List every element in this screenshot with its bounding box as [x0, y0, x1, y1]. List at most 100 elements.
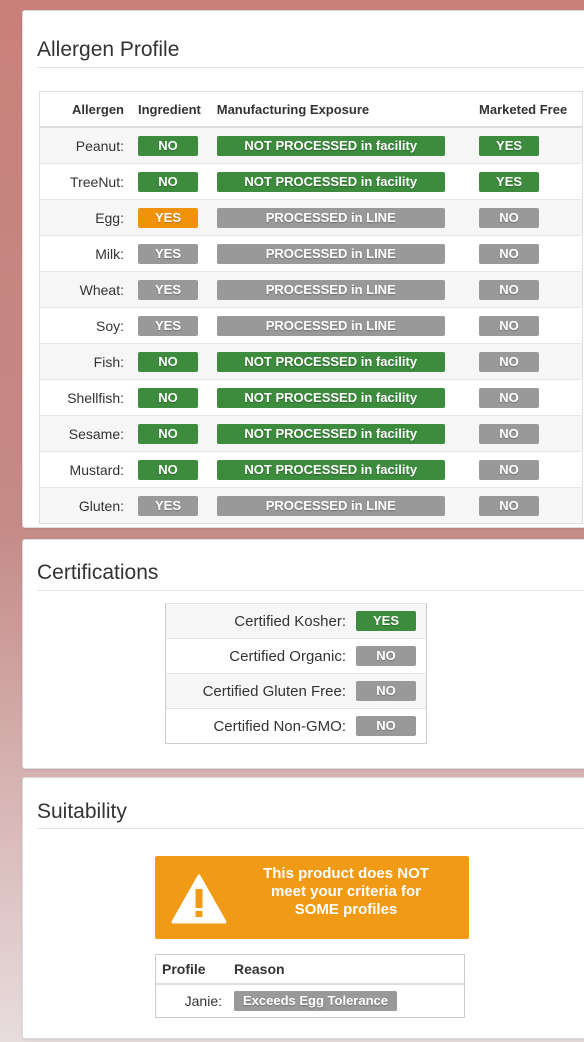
ingredient-badge: YES: [138, 495, 198, 516]
allergen-profile-panel: Allergen Profile Allergen Ingredient Man…: [22, 10, 584, 528]
ingredient-badge: YES: [138, 315, 198, 336]
certification-label: Certified Kosher:: [165, 603, 356, 639]
profile-table: Profile Reason Janie: Exceeds Egg Toleran…: [155, 954, 465, 1018]
manufacturing-exposure-badge: PROCESSED in LINE: [216, 495, 445, 516]
header-manufacturing-exposure: Manufacturing Exposure: [212, 91, 476, 128]
profile-row: Janie: Exceeds Egg Tolerance: [156, 984, 465, 1018]
allergen-header-row: Allergen Ingredient Manufacturing Exposu…: [39, 91, 583, 128]
ingredient-badge: NO: [138, 135, 198, 156]
marketed-free-badge: YES: [479, 135, 540, 156]
manufacturing-exposure-badge: NOT PROCESSED in facility: [216, 135, 445, 156]
allergen-row: Mustard: NO NOT PROCESSED in facility NO: [39, 451, 583, 488]
allergen-row: Fish: NO NOT PROCESSED in facility NO: [39, 343, 583, 380]
marketed-free-badge: NO: [479, 279, 540, 300]
suitability-alert: This product does NOT meet your criteria…: [155, 856, 469, 939]
marketed-cell: NO: [475, 235, 583, 272]
allergen-table: Allergen Ingredient Manufacturing Exposu…: [39, 91, 583, 524]
allergen-title-divider: [37, 67, 584, 68]
ingredient-badge: NO: [138, 423, 198, 444]
certification-value-cell: YES: [356, 603, 427, 639]
ingredient-badge: YES: [138, 243, 198, 264]
ingredient-cell: NO: [134, 451, 213, 488]
mfg-cell: NOT PROCESSED in facility: [212, 126, 476, 164]
allergen-row: Sesame: NO NOT PROCESSED in facility NO: [39, 415, 583, 452]
marketed-free-badge: YES: [479, 171, 540, 192]
ingredient-badge: NO: [138, 351, 198, 372]
allergen-name: Egg:: [39, 199, 134, 236]
allergen-panel-title: Allergen Profile: [37, 38, 180, 61]
marketed-cell: NO: [475, 271, 583, 308]
certifications-panel: Certifications Certified Kosher: YES Certi…: [22, 539, 584, 769]
manufacturing-exposure-badge: PROCESSED in LINE: [216, 243, 445, 264]
marketed-cell: NO: [475, 307, 583, 344]
ingredient-cell: NO: [134, 415, 213, 452]
certification-badge: NO: [356, 646, 416, 666]
allergen-table-body: Peanut: NO NOT PROCESSED in facility YES Tre…: [39, 126, 583, 524]
marketed-free-badge: NO: [479, 243, 540, 264]
allergen-name: Shellfish:: [39, 379, 134, 416]
allergen-name: Wheat:: [39, 271, 134, 308]
marketed-free-badge: NO: [479, 207, 540, 228]
marketed-free-badge: NO: [479, 423, 540, 444]
certification-row: Certified Kosher: YES: [165, 603, 427, 639]
mfg-cell: NOT PROCESSED in facility: [212, 343, 476, 380]
profile-table-body: Janie: Exceeds Egg Tolerance: [156, 984, 465, 1018]
allergen-row: Shellfish: NO NOT PROCESSED in facility NO: [39, 379, 583, 416]
manufacturing-exposure-badge: PROCESSED in LINE: [216, 207, 445, 228]
ingredient-cell: NO: [134, 126, 213, 164]
certification-value-cell: NO: [356, 708, 427, 744]
allergen-name: Fish:: [39, 343, 134, 380]
marketed-free-badge: NO: [479, 387, 540, 408]
mfg-cell: PROCESSED in LINE: [212, 307, 476, 344]
ingredient-badge: YES: [138, 207, 198, 228]
certification-row: Certified Non-GMO: NO: [165, 708, 427, 744]
allergen-row: Soy: YES PROCESSED in LINE NO: [39, 307, 583, 344]
certifications-table: Certified Kosher: YES Certified Organic: NO…: [165, 603, 427, 744]
ingredient-cell: YES: [134, 199, 213, 236]
marketed-free-badge: NO: [479, 315, 540, 336]
ingredient-badge: NO: [138, 171, 198, 192]
marketed-cell: NO: [475, 487, 583, 524]
marketed-cell: NO: [475, 343, 583, 380]
mfg-cell: PROCESSED in LINE: [212, 199, 476, 236]
warning-icon: [171, 874, 227, 924]
certification-badge: NO: [356, 716, 416, 736]
ingredient-cell: NO: [134, 343, 213, 380]
allergen-name: Mustard:: [39, 451, 134, 488]
allergen-name: Sesame:: [39, 415, 134, 452]
allergen-row: TreeNut: NO NOT PROCESSED in facility YES: [39, 163, 583, 200]
certification-label: Certified Gluten Free:: [165, 673, 356, 709]
manufacturing-exposure-badge: PROCESSED in LINE: [216, 279, 445, 300]
certifications-table-body: Certified Kosher: YES Certified Organic: NO…: [165, 603, 427, 744]
mfg-cell: NOT PROCESSED in facility: [212, 163, 476, 200]
certifications-title-divider: [37, 590, 584, 591]
allergen-name: Milk:: [39, 235, 134, 272]
certification-value-cell: NO: [356, 638, 427, 674]
marketed-cell: NO: [475, 199, 583, 236]
suitability-panel-title: Suitability: [37, 800, 127, 823]
suitability-title-divider: [37, 828, 584, 829]
mfg-cell: PROCESSED in LINE: [212, 271, 476, 308]
header-profile: Profile: [155, 954, 228, 985]
manufacturing-exposure-badge: NOT PROCESSED in facility: [216, 423, 445, 444]
allergen-row: Egg: YES PROCESSED in LINE NO: [39, 199, 583, 236]
ingredient-badge: NO: [138, 459, 198, 480]
marketed-free-badge: NO: [479, 459, 540, 480]
manufacturing-exposure-badge: NOT PROCESSED in facility: [216, 171, 445, 192]
ingredient-cell: YES: [134, 235, 213, 272]
suitability-panel: Suitability This product does NOT meet y…: [22, 777, 584, 1039]
manufacturing-exposure-badge: NOT PROCESSED in facility: [216, 387, 445, 408]
certification-value-cell: NO: [356, 673, 427, 709]
allergen-name: Peanut:: [39, 126, 134, 164]
marketed-cell: YES: [475, 163, 583, 200]
manufacturing-exposure-badge: NOT PROCESSED in facility: [216, 351, 445, 372]
certification-row: Certified Organic: NO: [165, 638, 427, 674]
allergen-row: Gluten: YES PROCESSED in LINE NO: [39, 487, 583, 524]
manufacturing-exposure-badge: PROCESSED in LINE: [216, 315, 445, 336]
ingredient-cell: YES: [134, 487, 213, 524]
manufacturing-exposure-badge: NOT PROCESSED in facility: [216, 459, 445, 480]
alert-message: This product does NOT meet your criteria…: [237, 865, 455, 919]
alert-line-2: meet your criteria for: [270, 883, 422, 900]
ingredient-cell: NO: [134, 163, 213, 200]
mfg-cell: NOT PROCESSED in facility: [212, 451, 476, 488]
